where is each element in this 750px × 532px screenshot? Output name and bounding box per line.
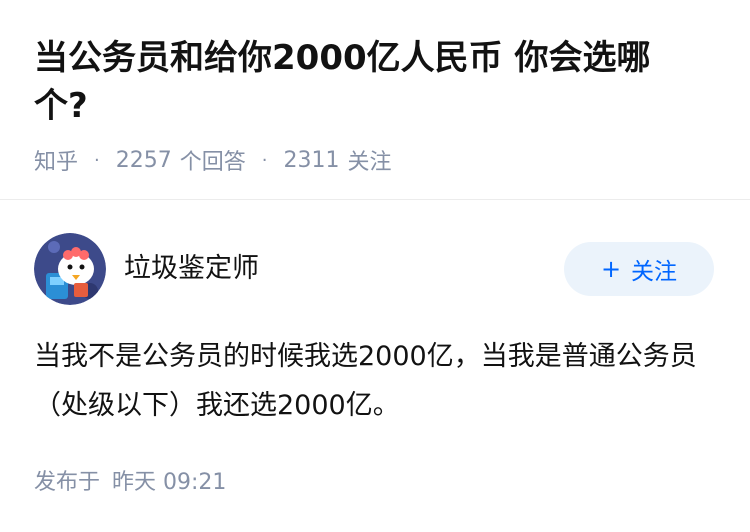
author-row: 垃圾鉴定师 + 关注 bbox=[34, 232, 716, 306]
answers-label: 个回答 bbox=[179, 150, 246, 175]
question-header: 当公务员和给你2000亿人民币 你会选哪个? 知乎 · 2257 个回答 · 2… bbox=[0, 0, 750, 200]
answer-card: 垃圾鉴定师 + 关注 当我不是公务员的时候我选2000亿，当我是普通公务员（处级… bbox=[0, 200, 750, 496]
page: 当公务员和给你2000亿人民币 你会选哪个? 知乎 · 2257 个回答 · 2… bbox=[0, 0, 750, 532]
answer-timestamp: 发布于 昨天 09:21 bbox=[34, 464, 716, 496]
meta-separator: · bbox=[261, 149, 268, 171]
question-title[interactable]: 当公务员和给你2000亿人民币 你会选哪个? bbox=[34, 34, 694, 130]
author-info[interactable]: 垃圾鉴定师 bbox=[34, 233, 259, 305]
avatar[interactable] bbox=[34, 233, 106, 305]
question-meta: 知乎 · 2257 个回答 · 2311 关注 bbox=[34, 144, 716, 176]
follow-button[interactable]: + 关注 bbox=[564, 242, 714, 296]
avatar-cartoon-icon bbox=[34, 233, 106, 305]
answer-content[interactable]: 当我不是公务员的时候我选2000亿，当我是普通公务员（处级以下）我还选2000亿… bbox=[34, 332, 714, 430]
followers-count: 2311 bbox=[283, 147, 340, 173]
source-label[interactable]: 知乎 bbox=[34, 144, 78, 176]
posted-label: 发布于 bbox=[34, 470, 101, 495]
author-name[interactable]: 垃圾鉴定师 bbox=[124, 246, 259, 285]
posted-time: 昨天 09:21 bbox=[112, 470, 227, 495]
follow-button-label: 关注 bbox=[631, 259, 678, 285]
followers-label: 关注 bbox=[347, 150, 392, 175]
meta-separator: · bbox=[94, 149, 100, 171]
answers-count: 2257 bbox=[115, 147, 172, 173]
plus-icon: + bbox=[600, 255, 622, 283]
